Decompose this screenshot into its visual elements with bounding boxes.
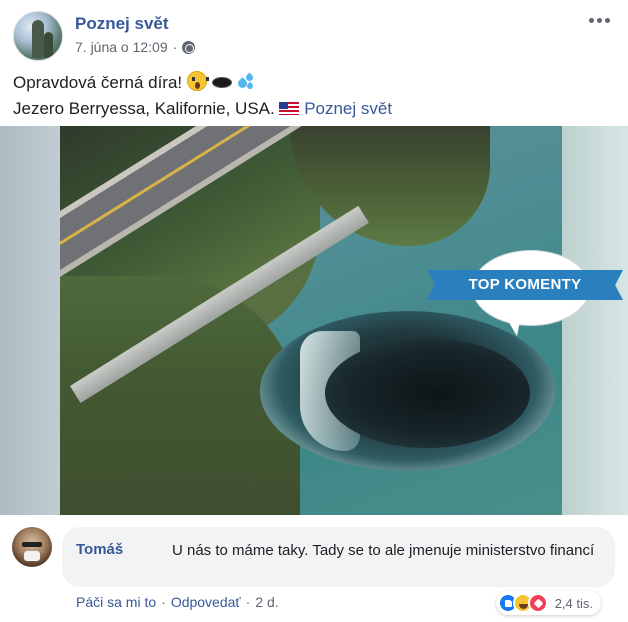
reaction-count: 2,4 tis. <box>554 595 593 611</box>
post-timestamp[interactable]: 7. júna o 12:09 <box>75 39 168 55</box>
top-comments-badge: TOP KOMENTY <box>427 250 623 338</box>
avatar-mask <box>24 551 40 561</box>
love-icon <box>527 593 548 613</box>
like-comment-link[interactable]: Páči sa mi to <box>76 594 156 610</box>
scream-emoji <box>186 71 209 91</box>
reactions-summary[interactable]: 2,4 tis. <box>495 591 601 615</box>
post-text: Opravdová černá díra! Jezero Berryessa, … <box>13 70 613 122</box>
page-avatar[interactable] <box>13 11 63 61</box>
more-dot <box>588 17 594 23</box>
post-text-line-1: Opravdová černá díra! <box>13 70 613 96</box>
avatar-glasses <box>22 542 42 547</box>
post-media[interactable]: TOP KOMENTY <box>0 126 628 515</box>
post-meta: 7. júna o 12:09 · <box>75 39 196 55</box>
more-dot <box>604 17 610 23</box>
post-text-line-2: Jezero Berryessa, Kalifornie, USA. Pozne… <box>13 96 613 122</box>
action-separator: · <box>161 594 166 610</box>
comment: Tomáš U nás to máme taky. Tady se to ale… <box>0 515 628 622</box>
commenter-avatar[interactable] <box>12 527 52 567</box>
page-name-link[interactable]: Poznej svět <box>75 14 169 34</box>
post-headline: Opravdová černá díra! <box>13 73 183 92</box>
droplets-emoji <box>236 71 256 91</box>
badge-bubble-tail <box>505 316 521 336</box>
action-separator: · <box>245 594 251 610</box>
comment-timestamp[interactable]: 2 d. <box>255 594 278 610</box>
comment-text: U nás to máme taky. Tady se to ale jmenu… <box>172 542 595 559</box>
media-blur-left <box>0 126 60 515</box>
avatar-rock-shape-2 <box>44 32 53 58</box>
page-mention-link[interactable]: Poznej svět <box>304 99 392 118</box>
meta-separator: · <box>172 39 178 55</box>
post-location: Jezero Berryessa, Kalifornie, USA. <box>13 99 275 118</box>
glory-hole-inner <box>325 338 530 448</box>
more-dot <box>596 17 602 23</box>
post-header: Poznej svět 7. júna o 12:09 · <box>13 11 613 61</box>
globe-icon[interactable] <box>182 40 196 54</box>
reply-link[interactable]: Odpovedať <box>171 594 241 610</box>
comment-actions: Páči sa mi to · Odpovedať · 2 d. <box>76 594 279 610</box>
more-options-icon[interactable] <box>587 13 611 27</box>
badge-ribbon: TOP KOMENTY <box>427 270 623 300</box>
comment-bubble: Tomáš U nás to máme taky. Tady se to ale… <box>62 527 615 615</box>
us-flag-emoji <box>279 102 300 115</box>
hole-emoji <box>211 77 232 88</box>
avatar-rock-shape <box>32 20 44 58</box>
hill-shape-2 <box>290 126 490 246</box>
